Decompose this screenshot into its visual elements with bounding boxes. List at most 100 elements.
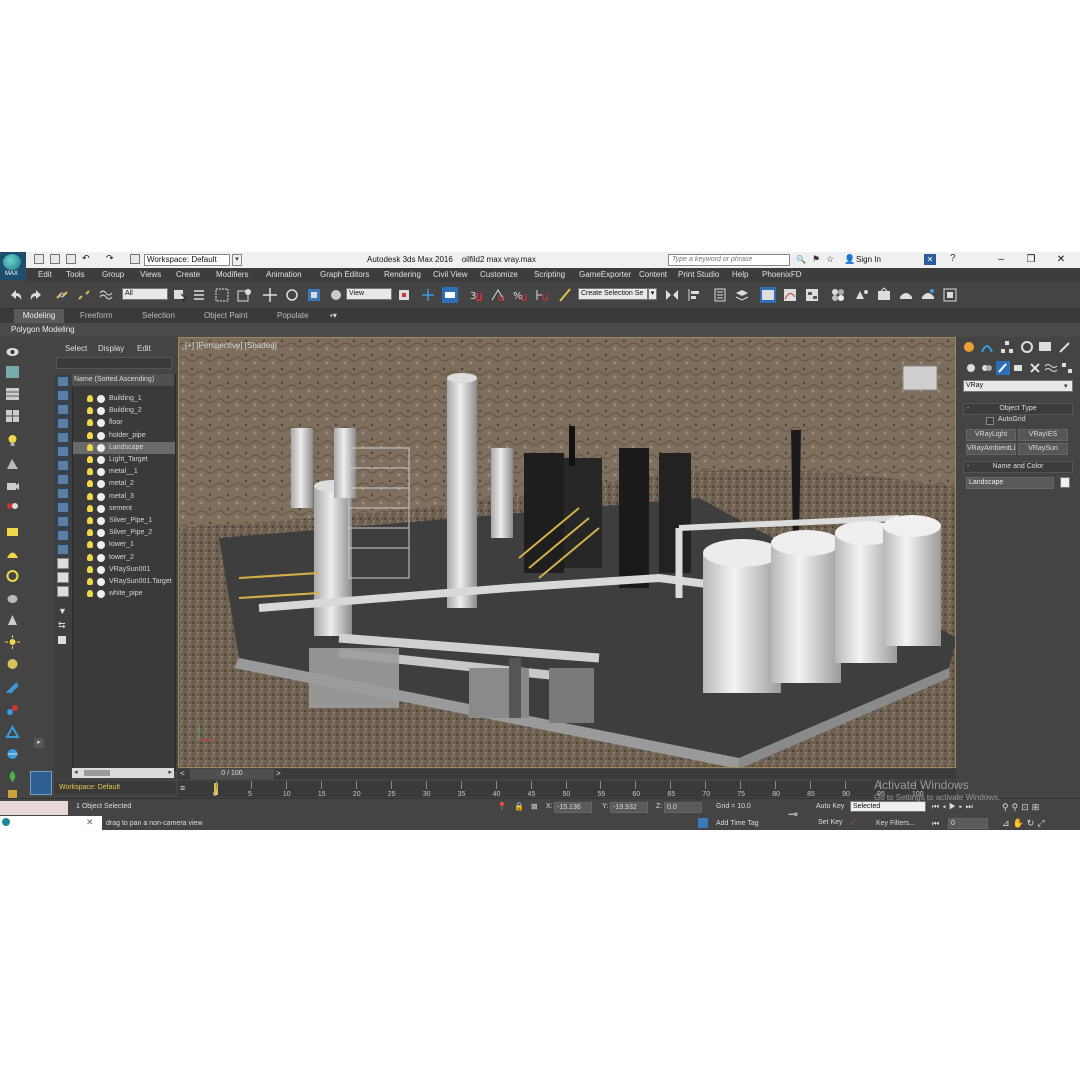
new-file-icon[interactable] — [34, 254, 44, 264]
light-bulb-icon[interactable] — [87, 541, 93, 549]
list-item[interactable]: holder_pipe — [73, 430, 175, 442]
absolute-mode-icon[interactable]: ⊠ — [531, 802, 538, 811]
ring-icon[interactable] — [5, 657, 20, 671]
light-bulb-icon[interactable] — [87, 504, 93, 512]
light-bulb-icon[interactable] — [5, 433, 20, 447]
globe-icon[interactable] — [5, 747, 20, 761]
render-setup-icon[interactable] — [854, 287, 870, 303]
menu-gameexporter[interactable]: GameExporter — [579, 270, 631, 279]
next-frame-icon[interactable]: > — [276, 769, 281, 778]
angle-snap-icon[interactable] — [490, 287, 506, 303]
display-helpers-icon[interactable] — [57, 446, 69, 457]
list-item[interactable]: white_pipe — [73, 588, 175, 600]
search-input[interactable]: Type a keyword or phrase — [668, 254, 790, 266]
snaps-toggle-icon[interactable]: 3 — [468, 287, 484, 303]
explorer-menu-edit[interactable]: Edit — [137, 344, 151, 353]
systems-icon[interactable] — [1060, 361, 1074, 375]
display-tab-icon[interactable] — [1038, 340, 1052, 354]
mirror-icon[interactable] — [664, 287, 680, 303]
app-logo[interactable]: MAX — [0, 252, 26, 280]
spacewarp-icon[interactable] — [5, 499, 20, 513]
select-manipulate-icon[interactable] — [420, 287, 436, 303]
visibility-icon[interactable] — [97, 517, 105, 525]
hierarchy-tab-icon[interactable] — [1000, 340, 1014, 354]
image-icon[interactable] — [5, 365, 20, 379]
display-groups-icon[interactable] — [57, 474, 69, 485]
display-cameras-icon[interactable] — [57, 432, 69, 443]
visibility-icon[interactable] — [97, 431, 105, 440]
menu-modifiers[interactable]: Modifiers — [216, 270, 248, 279]
reference-coordinate-select[interactable]: View — [346, 288, 392, 300]
select-object-icon[interactable] — [172, 287, 188, 303]
explorer-menu-display[interactable]: Display — [98, 344, 124, 353]
light-bulb-icon[interactable] — [87, 529, 93, 537]
key-filters-button[interactable]: Key Filters... — [876, 820, 915, 827]
cameras-icon[interactable] — [1012, 361, 1026, 375]
scale-icon[interactable] — [306, 287, 322, 303]
light-bulb-icon[interactable] — [87, 395, 93, 402]
play-icon[interactable]: ▶ — [949, 802, 959, 811]
motion-tab-icon[interactable] — [1020, 340, 1034, 354]
list-item[interactable]: metal__1 — [73, 466, 175, 478]
display-hidden-icon[interactable] — [57, 544, 69, 555]
zoom-extents-all-icon[interactable]: ⊞ — [1032, 802, 1043, 812]
vrayambientlight-button[interactable]: VRayAmbientLig — [966, 443, 1016, 455]
geometry-icon[interactable] — [964, 361, 978, 375]
scene-explorer-toggle-icon[interactable] — [760, 287, 776, 303]
project-folder-icon[interactable] — [130, 254, 140, 264]
current-frame-field[interactable]: 0 — [948, 818, 988, 829]
bind-spacewarp-icon[interactable] — [98, 287, 114, 303]
close-button[interactable]: ✕ — [1050, 253, 1072, 267]
menu-edit[interactable]: Edit — [38, 270, 52, 279]
collapse-icon[interactable] — [58, 636, 66, 644]
utilities-tab-icon[interactable] — [1058, 340, 1072, 354]
set-key-button[interactable]: Set Key — [818, 819, 843, 826]
minimize-button[interactable]: – — [990, 253, 1012, 267]
z-coordinate-field[interactable]: 0.0 — [664, 802, 702, 813]
zoom-icon[interactable]: ⚲ — [1002, 802, 1012, 812]
undo-icon[interactable]: ↶ — [82, 253, 92, 263]
menu-help[interactable]: Help — [732, 270, 748, 279]
display-lights-icon[interactable] — [57, 418, 69, 429]
light-bulb-icon[interactable] — [87, 443, 93, 451]
object-color-swatch[interactable] — [1060, 477, 1070, 488]
ribbon-options-icon[interactable]: ▪▾ — [330, 311, 337, 320]
foliage-icon[interactable] — [5, 769, 20, 783]
workspace-dropdown-icon[interactable]: ▾ — [232, 254, 242, 266]
visibility-icon[interactable] — [97, 578, 105, 586]
open-file-icon[interactable] — [50, 254, 60, 264]
menu-customize[interactable]: Customize — [480, 270, 518, 279]
mini-curve-editor-icon[interactable]: ≡ — [180, 783, 194, 795]
display-influences-icon[interactable] — [57, 572, 69, 583]
spacewarps-icon[interactable] — [1044, 361, 1058, 375]
maxscript-mini-listener[interactable] — [0, 801, 68, 815]
zoom-all-icon[interactable]: ⚲ — [1012, 802, 1022, 812]
light-bulb-icon[interactable] — [87, 565, 93, 573]
visibility-icon[interactable] — [97, 443, 105, 452]
exchange-icon[interactable]: ✕ — [924, 254, 936, 265]
pan-icon[interactable]: ✋ — [1013, 818, 1027, 828]
visibility-icon[interactable] — [97, 529, 105, 538]
tab-selection[interactable]: Selection — [142, 311, 175, 320]
layout-icon[interactable] — [5, 387, 20, 401]
visibility-icon[interactable] — [97, 565, 105, 574]
window-crossing-icon[interactable] — [236, 287, 252, 303]
menu-graph-editors[interactable]: Graph Editors — [320, 270, 369, 279]
keyboard-shortcut-override-icon[interactable] — [442, 287, 458, 303]
menu-rendering[interactable]: Rendering — [384, 270, 421, 279]
light-bulb-icon[interactable] — [87, 492, 93, 500]
menu-phoenixfd[interactable]: PhoenixFD — [762, 270, 802, 279]
maxscript-listener-icon[interactable] — [30, 771, 52, 795]
filter-icon[interactable]: ▼ — [58, 606, 67, 616]
display-frozen-icon[interactable] — [57, 530, 69, 541]
category-dropdown-icon[interactable]: ▾ — [1064, 382, 1068, 390]
display-containers-icon[interactable] — [57, 516, 69, 527]
sign-in-button[interactable]: Sign In — [856, 255, 881, 264]
create-tab-icon[interactable] — [962, 340, 976, 354]
favorites-icon[interactable]: ☆ — [826, 254, 834, 265]
workspace-label[interactable]: Workspace: Default — [54, 781, 176, 794]
list-item[interactable]: Landscape — [73, 441, 175, 454]
display-shapes-icon[interactable] — [57, 404, 69, 415]
visibility-icon[interactable] — [97, 395, 105, 403]
camera-icon[interactable] — [5, 479, 20, 493]
